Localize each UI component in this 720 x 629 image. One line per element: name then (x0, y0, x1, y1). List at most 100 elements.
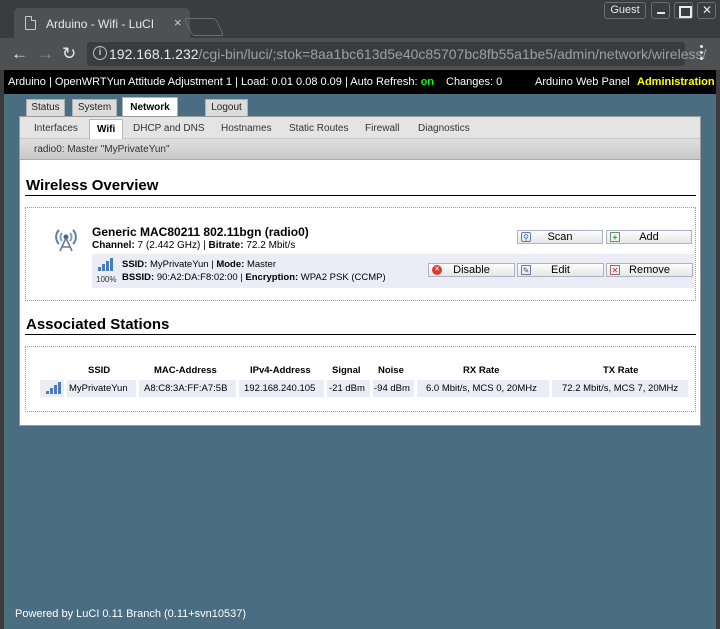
sub-tabs: Interfaces Wifi DHCP and DNS Hostnames S… (20, 117, 700, 140)
bitrate-value: 72.2 Mbit/s (243, 240, 296, 251)
tab-logout[interactable]: Logout (205, 99, 248, 117)
col-noise: Noise (378, 365, 404, 376)
browser-tab[interactable]: Arduino - Wifi - LuCI × (14, 8, 190, 38)
window-close-button[interactable]: ✕ (697, 2, 716, 19)
wireless-device-box: Generic MAC80211 802.11bgn (radio0) Chan… (25, 207, 696, 301)
mode-label: Mode: (216, 259, 245, 270)
station-noise: -94 dBm (374, 383, 410, 394)
heading-rule (25, 195, 696, 196)
station-mac: A8:C8:3A:FF:A7:5B (144, 383, 228, 394)
page: Arduino | OpenWRTYun Attitude Adjustment… (4, 70, 716, 629)
browser-titlebar: Arduino - Wifi - LuCI × Guest ✕ (0, 0, 720, 38)
device-title: Generic MAC80211 802.11bgn (radio0) (92, 225, 309, 239)
site-info-icon[interactable]: i (93, 46, 107, 60)
system-text: Arduino | OpenWRTYun Attitude Adjustment… (8, 76, 421, 88)
ssid-line: SSID: MyPrivateYun | Mode: Master (122, 258, 386, 271)
administration-link[interactable]: Administration (637, 76, 715, 88)
station-ipv4: 192.168.240.105 (244, 383, 316, 394)
subtab-interfaces[interactable]: Interfaces (34, 123, 78, 134)
subtab-firewall[interactable]: Firewall (365, 123, 399, 134)
arduino-web-panel-link[interactable]: Arduino Web Panel (535, 76, 630, 88)
table-row: MyPrivateYun A8:C8:3A:FF:A7:5B 192.168.2… (40, 380, 688, 397)
url-path: /cgi-bin/luci/;stok=8aa1bc613d5e40c85707… (198, 46, 707, 62)
col-ssid: SSID (88, 365, 111, 376)
signal-strength: 100% (96, 256, 116, 286)
maximize-button[interactable] (674, 2, 693, 19)
channel-label: Channel: (92, 240, 135, 251)
scan-label: Scan (547, 231, 573, 243)
add-button[interactable]: + Add (606, 230, 692, 244)
col-rx-rate: RX Rate (463, 365, 500, 376)
wireless-overview-heading: Wireless Overview (26, 177, 159, 194)
subtab-dhcp-dns[interactable]: DHCP and DNS (133, 123, 205, 134)
address-bar[interactable]: i 192.168.1.232/cgi-bin/luci/;stok=8aa1b… (87, 42, 706, 66)
signal-bars-icon (46, 382, 62, 394)
channel-value: 7 (2.442 GHz) | (134, 240, 209, 251)
station-tx-rate: 72.2 Mbit/s, MCS 7, 20MHz (562, 383, 679, 394)
auto-refresh-toggle[interactable]: on (421, 76, 434, 88)
status-topbar: Arduino | OpenWRTYun Attitude Adjustment… (4, 70, 716, 94)
browser-toolbar: ← → ↻ i 192.168.1.232/cgi-bin/luci/;stok… (0, 38, 720, 70)
wireless-antenna-icon (55, 229, 77, 252)
page-icon (25, 16, 36, 30)
tab-title: Arduino - Wifi - LuCI (46, 17, 155, 31)
heading-rule (25, 334, 696, 335)
station-rx-rate: 6.0 Mbit/s, MCS 0, 20MHz (426, 383, 537, 394)
network-info: SSID: MyPrivateYun | Mode: Master BSSID:… (122, 258, 386, 284)
ssid-value: MyPrivateYun | (147, 259, 217, 270)
remove-icon: ✕ (610, 265, 620, 275)
add-icon: + (610, 232, 620, 242)
tab-close-icon[interactable]: × (174, 15, 182, 30)
bssid-label: BSSID: (122, 272, 155, 283)
radio-tab[interactable]: radio0: Master "MyPrivateYun" (34, 144, 170, 155)
content-panel: Interfaces Wifi DHCP and DNS Hostnames S… (19, 116, 701, 426)
disable-icon: ✕ (432, 265, 442, 275)
url-text[interactable]: 192.168.1.232/cgi-bin/luci/;stok=8aa1bc6… (109, 46, 706, 62)
col-mac-address: MAC-Address (154, 365, 217, 376)
forward-icon[interactable]: → (37, 44, 54, 64)
tab-status[interactable]: Status (26, 99, 65, 117)
subtab-hostnames[interactable]: Hostnames (221, 123, 272, 134)
footer: Powered by LuCI 0.11 Branch (0.11+svn105… (15, 608, 247, 620)
network-row: 100% SSID: MyPrivateYun | Mode: Master B… (92, 254, 694, 288)
scan-button[interactable]: ⚲ Scan (517, 230, 603, 244)
bitrate-label: Bitrate: (208, 240, 244, 251)
reload-icon[interactable]: ↻ (62, 44, 76, 64)
edit-label: Edit (551, 264, 570, 276)
station-signal: -21 dBm (329, 383, 365, 394)
url-host: 192.168.1.232 (109, 46, 199, 62)
subtab-diagnostics[interactable]: Diagnostics (418, 123, 470, 134)
add-label: Add (639, 231, 659, 243)
browser-menu-icon[interactable] (700, 45, 704, 63)
tab-network[interactable]: Network (122, 97, 178, 118)
search-icon: ⚲ (521, 232, 531, 242)
remove-label: Remove (629, 264, 670, 276)
signal-percent: 100% (96, 275, 117, 284)
mode-value: Master (244, 259, 276, 270)
subtab-wifi[interactable]: Wifi (89, 119, 124, 140)
back-icon[interactable]: ← (11, 44, 28, 64)
encryption-label: Encryption: (245, 272, 299, 283)
signal-bars-icon (98, 258, 114, 271)
edit-button[interactable]: ✎ Edit (517, 263, 604, 277)
radio-subtab-bar: radio0: Master "MyPrivateYun" (20, 139, 700, 160)
col-ipv4-address: IPv4-Address (250, 365, 311, 376)
col-tx-rate: TX Rate (603, 365, 639, 376)
bssid-line: BSSID: 90:A2:DA:F8:02:00 | Encryption: W… (122, 271, 386, 284)
remove-button[interactable]: ✕ Remove (606, 263, 693, 277)
associated-stations-heading: Associated Stations (26, 316, 170, 333)
changes-link[interactable]: Changes: 0 (446, 76, 502, 88)
encryption-value: WPA2 PSK (CCMP) (298, 272, 386, 283)
system-info: Arduino | OpenWRTYun Attitude Adjustment… (8, 76, 434, 88)
disable-button[interactable]: ✕ Disable (428, 263, 515, 277)
disable-label: Disable (453, 264, 490, 276)
subtab-static-routes[interactable]: Static Routes (289, 123, 348, 134)
ssid-label: SSID: (122, 259, 148, 270)
main-tabs: Status System Network Logout (4, 94, 716, 118)
tab-system[interactable]: System (72, 99, 117, 117)
guest-profile-button[interactable]: Guest (604, 2, 646, 19)
bssid-value: 90:A2:DA:F8:02:00 | (154, 272, 246, 283)
stations-box (25, 346, 696, 412)
minimize-button[interactable] (651, 2, 670, 19)
device-info: Channel: 7 (2.442 GHz) | Bitrate: 72.2 M… (92, 240, 295, 251)
